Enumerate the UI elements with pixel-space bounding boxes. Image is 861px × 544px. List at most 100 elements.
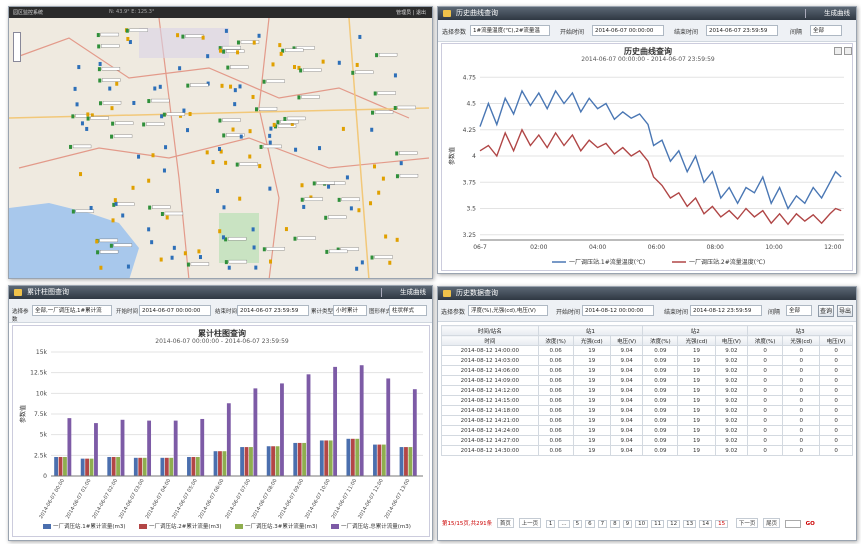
page-number[interactable]: 6 <box>585 520 595 528</box>
page-number[interactable]: 5 <box>572 520 583 528</box>
station-marker <box>114 201 118 206</box>
end-time-input[interactable]: 2014-06-07 23:59:59 <box>706 25 778 36</box>
type-select[interactable]: 小时累计 <box>333 305 367 316</box>
legend-label: 一厂调压站.2#累计流量(m3) <box>149 522 222 530</box>
table-cell: 0 <box>782 405 821 416</box>
page-number[interactable]: ... <box>558 520 570 528</box>
map-canvas[interactable] <box>9 17 432 278</box>
end-time-input[interactable]: 2014-06-07 23:59:59 <box>237 305 309 316</box>
x-tick-label: 2014-06-07 12:00 <box>357 478 385 520</box>
page-number[interactable]: 10 <box>635 520 649 528</box>
station-label <box>328 215 347 219</box>
interval-label: 间隔 <box>768 309 781 316</box>
param-select[interactable]: 全部,一厂调压站,1#累计流 <box>32 305 112 316</box>
page-number[interactable]: 11 <box>651 520 665 528</box>
page-number[interactable]: 13 <box>683 520 697 528</box>
prev-page-button[interactable]: 上一页 <box>518 518 542 528</box>
station-marker <box>395 237 399 242</box>
param-select[interactable]: 浮度(%),光强(cd),电压(V) <box>468 305 548 316</box>
start-time-input[interactable]: 2014-06-07 00:00:00 <box>592 25 664 36</box>
first-page-button[interactable]: 首页 <box>496 518 514 528</box>
page-number[interactable]: 12 <box>667 520 681 528</box>
station-marker <box>238 84 242 89</box>
interval-select[interactable]: 全部 <box>810 25 842 36</box>
column-header: 浓度(%) <box>642 335 679 346</box>
page-number[interactable]: 1 <box>545 520 556 528</box>
bar <box>164 457 169 476</box>
panel-icon <box>14 289 22 296</box>
export-button[interactable]: 导出 <box>837 305 853 317</box>
station-marker <box>186 128 190 133</box>
style-select[interactable]: 柱状样式 <box>389 305 427 316</box>
station-marker <box>259 144 263 149</box>
map-panel: 园区监控系统 N: 43.9° E: 125.3° 管理员 | 退出 <box>8 6 433 279</box>
station-marker <box>147 178 151 183</box>
station-marker <box>111 121 115 126</box>
y-tick-label: 15k <box>36 349 48 356</box>
table-cell: 0.06 <box>537 445 574 456</box>
history-curve-panel: 历史曲线查询 生成曲线 选择参数 1#流量温度(℃),2#流量温 开始时间 20… <box>437 6 857 274</box>
query-button[interactable]: 查询 <box>818 305 834 317</box>
query-toolbar: 选择参数 全部,一厂调压站,1#累计流 开始时间 2014-06-07 00:0… <box>9 299 432 323</box>
page-number[interactable]: 7 <box>597 520 608 528</box>
station-header: 站1 <box>537 325 644 336</box>
legend-swatch <box>139 524 147 529</box>
pager-summary: 第15/15页,共291条 <box>442 521 493 527</box>
station-marker <box>98 78 102 83</box>
table-cell: 0 <box>819 425 853 436</box>
station-marker <box>224 260 228 265</box>
page-number[interactable]: 14 <box>699 520 713 528</box>
table-cell: 19 <box>572 375 611 386</box>
panel-title: 历史数据查询 <box>456 289 498 297</box>
page-jump-input[interactable] <box>784 519 801 528</box>
table-cell: 0.06 <box>537 375 574 386</box>
table-cell: 9.02 <box>714 355 749 366</box>
table-cell: 0 <box>819 435 853 446</box>
generate-curve-button[interactable]: 生成曲线 <box>824 7 850 20</box>
bar <box>80 458 85 476</box>
panel-titlebar: 累计柱图查询 生成曲线 <box>9 286 432 299</box>
station-label <box>102 101 122 105</box>
legend-label: 一厂调压站.1#流量温度(℃) <box>569 258 645 266</box>
station-marker <box>377 190 381 195</box>
zoom-control[interactable] <box>13 32 21 62</box>
interval-select[interactable]: 全部 <box>786 305 812 316</box>
page-number[interactable]: 15 <box>715 520 729 528</box>
account-menu[interactable]: 管理员 | 退出 <box>396 9 426 16</box>
start-time-input[interactable]: 2014-08-12 00:00:00 <box>582 305 654 316</box>
table-cell: 19 <box>677 385 716 396</box>
station-marker <box>284 227 288 232</box>
x-tick-label: 2014-06-07 13:00 <box>384 478 412 520</box>
station-label <box>297 236 316 240</box>
page-number[interactable]: 8 <box>610 520 620 528</box>
start-time-input[interactable]: 2014-06-07 00:00:00 <box>139 305 211 316</box>
last-page-button[interactable]: 尾页 <box>763 518 781 528</box>
table-cell: 0 <box>747 345 784 356</box>
bar <box>249 447 253 476</box>
station-label <box>287 116 306 121</box>
table-cell: 9.04 <box>609 445 644 456</box>
generate-curve-button[interactable]: 生成曲线 <box>400 286 426 299</box>
station-marker <box>95 239 99 244</box>
history-data-panel: 历史数据查询 选择参数 浮度(%),光强(cd),电压(V) 开始时间 2014… <box>437 286 857 541</box>
x-tick-label: 10:00 <box>765 244 782 251</box>
next-page-button[interactable]: 下一页 <box>735 518 759 528</box>
type-label: 累计类型 <box>311 309 334 315</box>
bar <box>191 456 196 476</box>
table-cell: 19 <box>677 415 716 426</box>
x-tick-label: 2014-06-07 10:00 <box>304 478 332 520</box>
station-marker <box>325 249 329 254</box>
param-select[interactable]: 1#流量温度(℃),2#流量温 <box>470 25 550 36</box>
station-label <box>374 110 394 114</box>
table-cell: 9.04 <box>609 435 644 446</box>
station-label <box>263 144 282 149</box>
go-button[interactable]: GO <box>806 521 815 527</box>
page-number[interactable]: 9 <box>622 520 633 528</box>
station-marker <box>86 116 90 121</box>
end-label: 结束时间 <box>215 309 238 315</box>
station-label <box>228 259 248 264</box>
station-marker <box>388 260 392 265</box>
end-time-input[interactable]: 2014-08-12 23:59:59 <box>690 305 762 316</box>
table-cell: 0.09 <box>642 355 679 366</box>
station-marker <box>337 60 341 65</box>
